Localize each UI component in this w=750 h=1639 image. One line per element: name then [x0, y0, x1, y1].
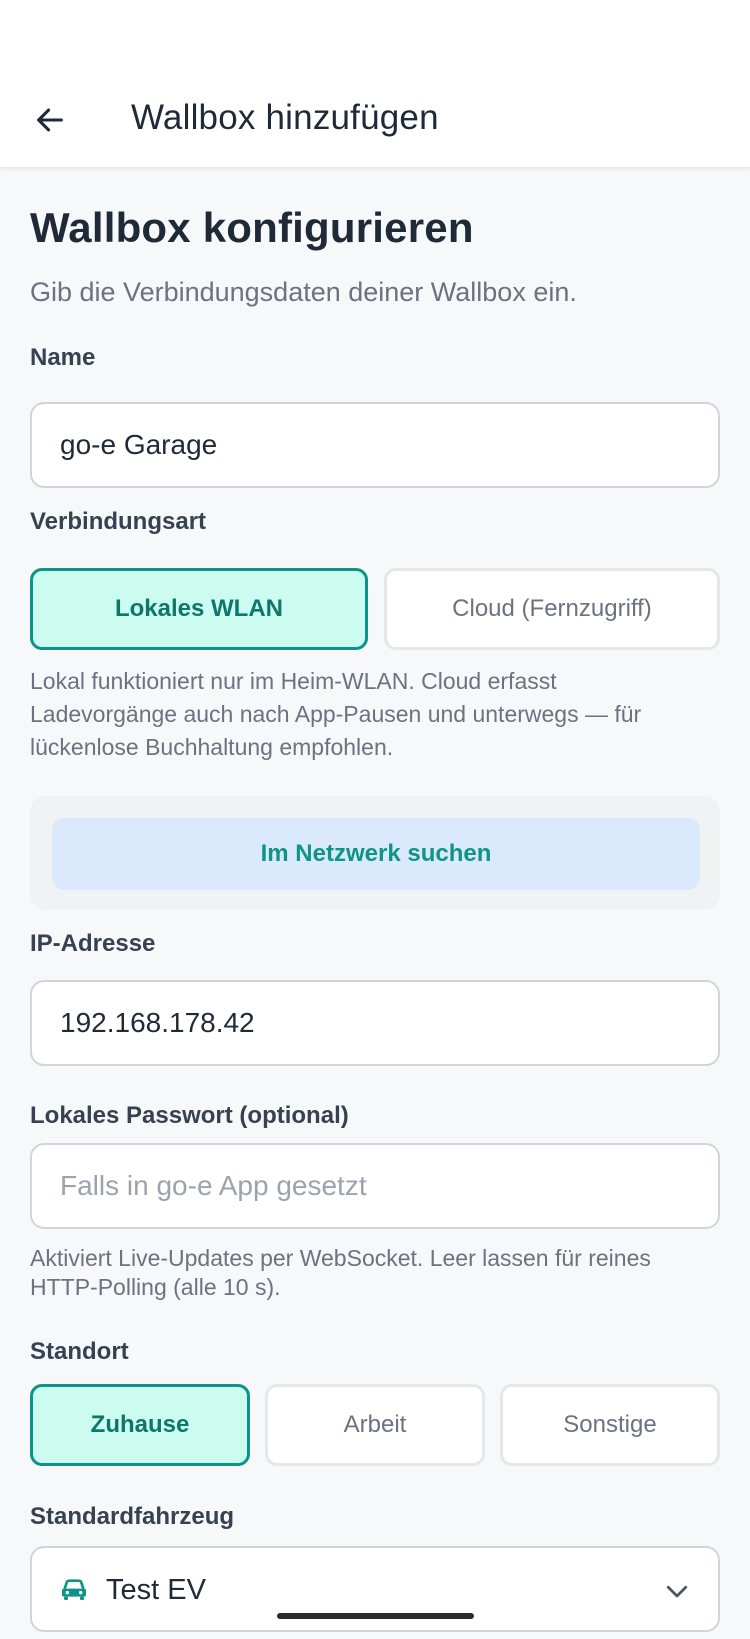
help-line: lückenlose Buchhaltung empfohlen. — [30, 734, 394, 760]
vehicle-select[interactable]: Test EV — [30, 1546, 720, 1632]
back-button[interactable] — [22, 92, 78, 148]
name-input[interactable]: go-e Garage — [30, 402, 720, 488]
password-input[interactable]: Falls in go-e App gesetzt — [30, 1143, 720, 1229]
app-bar-title: Wallbox hinzufügen — [131, 98, 439, 137]
help-line: HTTP-Polling (alle 10 s). — [30, 1274, 281, 1300]
password-label: Lokales Passwort (optional) — [30, 1102, 349, 1129]
app-bar: Wallbox hinzufügen — [0, 70, 750, 168]
password-help-text: Aktiviert Live-Updates per WebSocket. Le… — [30, 1244, 651, 1302]
help-line: Lokal funktioniert nur im Heim-WLAN. Clo… — [30, 668, 557, 694]
home-indicator[interactable] — [277, 1613, 474, 1619]
help-line: Aktiviert Live-Updates per WebSocket. Le… — [30, 1245, 651, 1271]
vehicle-label: Standardfahrzeug — [30, 1503, 235, 1530]
ip-input-value: 192.168.178.42 — [60, 1007, 255, 1038]
scan-network-button[interactable]: Im Netzwerk suchen — [52, 818, 700, 890]
ip-label: IP-Adresse — [30, 930, 156, 957]
page-subtitle: Gib die Verbindungsdaten deiner Wallbox … — [30, 277, 577, 307]
location-label: Standort — [30, 1338, 129, 1365]
connection-option-local-wifi[interactable]: Lokales WLAN — [30, 568, 368, 650]
connection-option-cloud[interactable]: Cloud (Fernzugriff) — [384, 568, 720, 650]
password-placeholder: Falls in go-e App gesetzt — [60, 1170, 367, 1201]
connection-label: Verbindungsart — [30, 508, 207, 535]
ip-input[interactable]: 192.168.178.42 — [30, 980, 720, 1066]
arrow-left-icon — [37, 108, 63, 132]
connection-option-label: Cloud (Fernzugriff) — [452, 595, 652, 622]
page-title: Wallbox konfigurieren — [30, 204, 474, 251]
help-line: Ladevorgänge auch nach App-Pausen und un… — [30, 701, 642, 727]
connection-option-label: Lokales WLAN — [114, 595, 284, 622]
status-bar-area — [0, 0, 750, 70]
location-option-label: Sonstige — [563, 1411, 657, 1438]
name-label: Name — [30, 344, 96, 371]
name-input-value: go-e Garage — [60, 429, 218, 460]
location-option-label: Zuhause — [90, 1411, 190, 1438]
location-option-other[interactable]: Sonstige — [500, 1384, 720, 1466]
car-icon — [62, 1579, 86, 1600]
chevron-down-icon — [666, 1585, 688, 1598]
vehicle-select-value: Test EV — [106, 1574, 206, 1606]
location-option-home[interactable]: Zuhause — [30, 1384, 250, 1466]
location-option-label: Arbeit — [343, 1411, 407, 1438]
scan-card: Im Netzwerk suchen — [30, 796, 720, 910]
location-option-work[interactable]: Arbeit — [265, 1384, 485, 1466]
connection-help-text: Lokal funktioniert nur im Heim-WLAN. Clo… — [30, 665, 641, 764]
